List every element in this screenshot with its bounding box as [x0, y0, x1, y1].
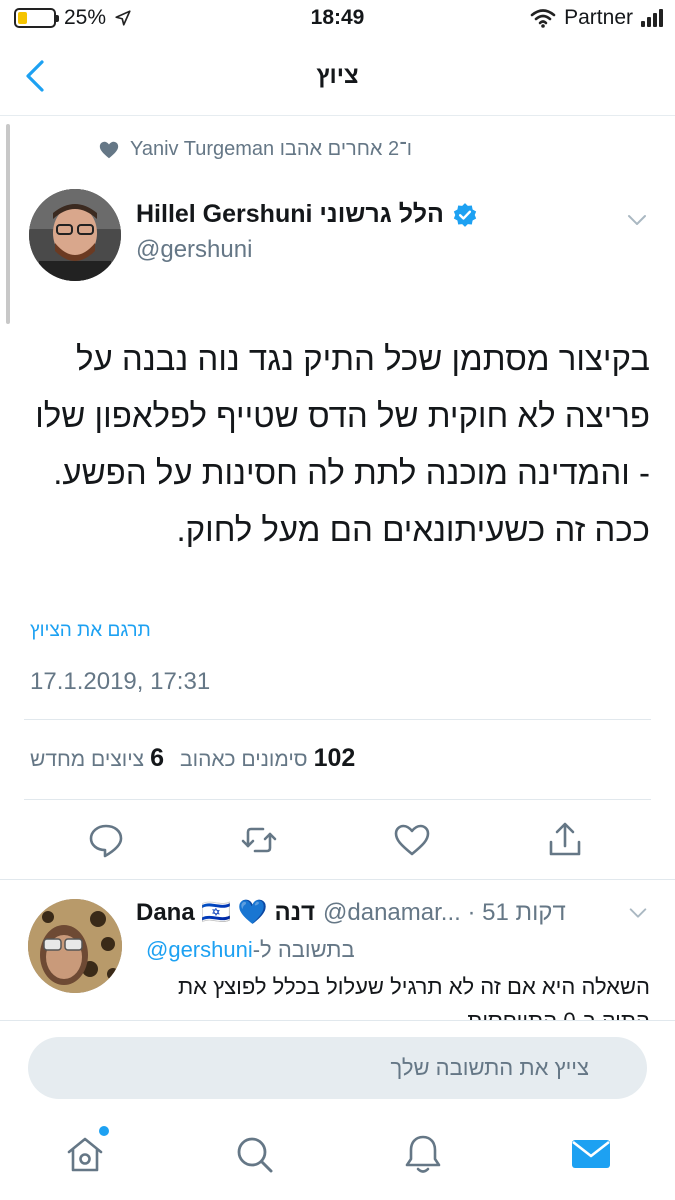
reply-name: Dana 🇮🇱 💙 דנה [136, 899, 316, 926]
reply-to-mention[interactable]: @gershuni [146, 937, 253, 962]
signal-icon [641, 9, 663, 27]
retweets-count: 6 [150, 744, 165, 772]
like-icon[interactable] [392, 820, 432, 860]
home-notification-dot [99, 1126, 109, 1136]
author-handle[interactable]: @gershuni [136, 236, 252, 264]
tab-messages[interactable] [569, 1132, 613, 1176]
compose-bar: צייץ את התשובה שלך [0, 1020, 675, 1114]
reply-header[interactable]: Dana 🇮🇱 💙 דנה @danamar... · 51 דקות [136, 898, 636, 927]
tab-home[interactable] [63, 1126, 109, 1176]
likes-stat[interactable]: סימונים כאהוב 102 [180, 744, 355, 773]
share-icon[interactable] [545, 820, 585, 860]
reply-handle: @danamar... · 51 דקות [323, 898, 566, 926]
social-context[interactable]: Yaniv Turgeman ו־2 אחרים אהבו [98, 138, 412, 161]
chevron-down-icon[interactable] [625, 208, 649, 232]
tweet-timestamp: 17.1.2019, 17:31 [30, 668, 211, 695]
search-icon [237, 1137, 273, 1173]
reply-avatar-image [28, 899, 122, 993]
scroll-indicator[interactable] [6, 124, 10, 324]
section-divider [0, 879, 675, 880]
notifications-icon [405, 1135, 441, 1173]
author-name: Hillel Gershuni הלל גרשוני [136, 200, 444, 228]
chevron-down-icon[interactable] [627, 902, 649, 924]
carrier-name: Partner [564, 6, 633, 29]
divider [24, 799, 651, 800]
reply-icon[interactable] [86, 820, 126, 860]
reply-text: השאלה היא אם זה לא תרגיל שעלול בכלל לפוצ… [177, 974, 650, 1022]
tab-notifications[interactable] [401, 1132, 445, 1176]
wifi-icon [530, 9, 556, 28]
author-name-row[interactable]: Hillel Gershuni הלל גרשוני [136, 200, 478, 229]
author-avatar-image [29, 189, 121, 281]
retweet-icon[interactable] [239, 820, 279, 860]
home-icon [67, 1137, 103, 1172]
page-title: ציוץ [316, 62, 359, 89]
retweets-label: ציוצים מחדש [30, 748, 145, 771]
likes-count: 102 [313, 744, 356, 772]
tab-search[interactable] [232, 1132, 276, 1176]
tab-bar [0, 1114, 675, 1200]
divider [24, 719, 651, 720]
tweet-text: בקיצור מסתמן שכל התיק נגד נוה נבנה על פר… [35, 340, 650, 548]
status-right: Partner [530, 6, 663, 30]
tweet-stats: ציוצים מחדש 6 סימונים כאהוב 102 [30, 744, 355, 773]
verified-icon [453, 202, 477, 227]
reply-avatar[interactable] [28, 899, 122, 993]
status-bar: 25% 18:49 Partner [0, 0, 675, 38]
reply-to-label: בתשובה ל- [252, 937, 355, 962]
tweet-actions [0, 812, 675, 868]
likes-label: סימונים כאהוב [180, 748, 308, 771]
reply-compose-input[interactable]: צייץ את התשובה שלך [28, 1037, 647, 1099]
reply-to: @gershuniבתשובה ל- [146, 937, 355, 963]
heart-icon [99, 141, 119, 158]
retweets-stat[interactable]: ציוצים מחדש 6 [30, 744, 164, 773]
messages-icon [572, 1140, 610, 1168]
author-avatar[interactable] [29, 189, 121, 281]
social-context-text: Yaniv Turgeman ו־2 אחרים אהבו [130, 138, 412, 160]
translate-tweet-link[interactable]: תרגם את הציוץ [30, 620, 151, 642]
nav-bar: ציוץ [0, 38, 675, 116]
